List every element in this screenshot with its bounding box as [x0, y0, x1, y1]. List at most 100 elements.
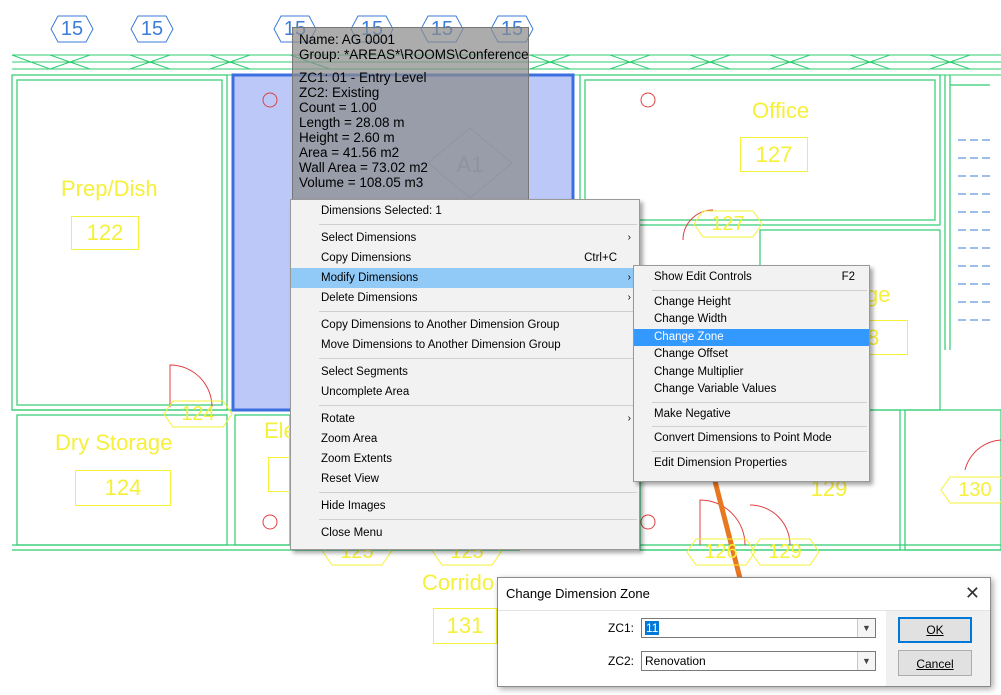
- submenu-item-label: Change Offset: [654, 348, 728, 360]
- menu-item-uncomplete-area[interactable]: Uncomplete Area: [291, 382, 639, 402]
- submenu-item-label: Change Zone: [654, 330, 724, 343]
- tooltip-line: Group: *AREAS*\ROOMS\Conference: [299, 47, 529, 62]
- menu-item-label: Select Segments: [321, 366, 408, 378]
- room-name-corridor: Corrido: [422, 570, 495, 595]
- tooltip-line: Height = 2.60 m: [299, 130, 395, 145]
- submenu-item-label: Change Height: [654, 295, 731, 308]
- room-number-electrical: [268, 457, 292, 492]
- menu-item-label: Rotate: [321, 413, 355, 425]
- menu-item-label: Select Dimensions: [321, 232, 417, 244]
- menu-separator: [319, 492, 637, 493]
- door-tag-label: 127: [711, 213, 745, 235]
- door-tag: 129: [750, 538, 820, 566]
- menu-item-move-dimensions-to-another-dimension-group[interactable]: Move Dimensions to Another Dimension Gro…: [291, 335, 639, 355]
- submenu-item-change-variable-values[interactable]: Change Variable Values: [634, 381, 869, 399]
- menu-item-label: Copy Dimensions to Another Dimension Gro…: [321, 319, 560, 331]
- cancel-button[interactable]: Cancel: [898, 650, 972, 676]
- grid-hex-marker: 15: [50, 15, 94, 43]
- menu-item-label: Uncomplete Area: [321, 386, 410, 398]
- menu-item-label: Move Dimensions to Another Dimension Gro…: [321, 339, 561, 351]
- submenu-item-make-negative[interactable]: Make Negative: [634, 406, 869, 424]
- zc1-combobox[interactable]: 11 ▼: [641, 618, 876, 638]
- submenu-item-label: Convert Dimensions to Point Mode: [654, 432, 832, 444]
- door-tag: 127: [693, 210, 763, 238]
- submenu-item-change-width[interactable]: Change Width: [634, 311, 869, 329]
- menu-item-select-dimensions[interactable]: Select Dimensions ›: [291, 228, 639, 248]
- submenu-item-change-zone[interactable]: Change Zone: [634, 328, 869, 346]
- menu-separator: [319, 358, 637, 359]
- grid-hex-label: 15: [140, 18, 164, 40]
- chevron-right-icon: ›: [627, 232, 631, 243]
- change-dimension-zone-dialog: Change Dimension Zone ✕ ZC1: 11 ▼ ZC2: R…: [497, 577, 991, 687]
- menu-item-close-menu[interactable]: Close Menu: [291, 523, 639, 543]
- menu-item-label: Hide Images: [321, 500, 386, 512]
- zc2-value: Renovation: [645, 654, 706, 668]
- door-tag: 124: [163, 400, 233, 428]
- tooltip-line: Count = 1.00: [299, 100, 377, 115]
- zc1-value: 11: [645, 621, 660, 635]
- menu-item-label: Zoom Extents: [321, 453, 392, 465]
- door-tag-label: 130: [958, 479, 992, 501]
- chevron-down-icon[interactable]: ▼: [857, 619, 875, 637]
- submenu-item-label: Show Edit Controls: [654, 271, 752, 283]
- menu-separator: [652, 289, 867, 291]
- door-tag-label: 126: [704, 541, 738, 563]
- room-number-storage: 8: [866, 320, 908, 355]
- menu-item-delete-dimensions[interactable]: Delete Dimensions ›: [291, 288, 639, 308]
- dialog-title-bar[interactable]: Change Dimension Zone ✕: [498, 578, 990, 611]
- menu-item-label: Close Menu: [321, 527, 383, 539]
- menu-shortcut: F2: [841, 271, 855, 283]
- room-name-dry-storage: Dry Storage: [55, 430, 173, 455]
- menu-item-zoom-area[interactable]: Zoom Area: [291, 429, 639, 449]
- menu-separator: [652, 401, 867, 403]
- stairs: [958, 139, 990, 321]
- grid-hex-label: 15: [60, 18, 84, 40]
- tooltip-line: Length = 28.08 m: [299, 115, 405, 130]
- ok-button[interactable]: OK: [898, 617, 972, 643]
- menu-separator: [319, 311, 637, 312]
- chevron-right-icon: ›: [627, 413, 631, 424]
- menu-item-copy-dimensions[interactable]: Copy Dimensions Ctrl+C: [291, 248, 639, 268]
- submenu-item-edit-dimension-properties[interactable]: Edit Dimension Properties: [634, 455, 869, 473]
- submenu-item-convert-dimensions-to-point-mode[interactable]: Convert Dimensions to Point Mode: [634, 430, 869, 448]
- grid-hex-marker: 15: [130, 15, 174, 43]
- menu-separator: [319, 405, 637, 406]
- menu-item-label: Zoom Area: [321, 433, 378, 445]
- room-name-prep-dish: Prep/Dish: [61, 176, 158, 201]
- modify-dimensions-submenu: Show Edit Controls F2 Change Height Change …: [633, 265, 870, 482]
- submenu-item-label: Change Multiplier: [654, 365, 744, 378]
- close-icon[interactable]: ✕: [965, 583, 980, 604]
- dialog-title: Change Dimension Zone: [506, 586, 650, 601]
- dimension-info-tooltip: Name: AG 0001 Group: *AREAS*\ROOMS\Confer…: [292, 27, 529, 210]
- menu-item-copy-dimensions-to-another-dimension-group[interactable]: Copy Dimensions to Another Dimension Gro…: [291, 315, 639, 335]
- menu-item-zoom-extents[interactable]: Zoom Extents: [291, 449, 639, 469]
- menu-item-reset-view[interactable]: Reset View: [291, 469, 639, 489]
- room-number-dry-storage: 124: [75, 470, 171, 506]
- room-number-office: 127: [740, 137, 808, 172]
- door-tag: 130: [940, 476, 1001, 504]
- submenu-item-show-edit-controls[interactable]: Show Edit Controls F2: [634, 269, 869, 287]
- cancel-button-label: Cancel: [916, 657, 954, 671]
- room-number-prep-dish: 122: [71, 216, 139, 250]
- chevron-right-icon: ›: [627, 292, 631, 303]
- menu-item-hide-images[interactable]: Hide Images: [291, 496, 639, 516]
- menu-item-rotate[interactable]: Rotate ›: [291, 409, 639, 429]
- menu-item-select-segments[interactable]: Select Segments: [291, 362, 639, 382]
- zc2-combobox[interactable]: Renovation ▼: [641, 651, 876, 671]
- context-menu: Dimensions Selected: 1 Select Dimensions…: [290, 199, 640, 550]
- tooltip-line: Volume = 108.05 m3: [299, 175, 424, 190]
- submenu-item-change-multiplier[interactable]: Change Multiplier: [634, 364, 869, 382]
- chevron-down-icon[interactable]: ▼: [857, 652, 875, 670]
- submenu-item-label: Change Variable Values: [654, 383, 777, 395]
- menu-separator: [319, 519, 637, 520]
- menu-item-label: Delete Dimensions: [321, 292, 418, 304]
- tooltip-line: Wall Area = 73.02 m2: [299, 160, 428, 175]
- submenu-item-change-offset[interactable]: Change Offset: [634, 346, 869, 364]
- door-tag-label: 124: [181, 403, 215, 425]
- menu-shortcut: Ctrl+C: [584, 252, 617, 264]
- submenu-item-change-height[interactable]: Change Height: [634, 294, 869, 312]
- dialog-body: ZC1: 11 ▼ ZC2: Renovation ▼: [498, 611, 886, 686]
- door-tag-label: 129: [768, 541, 802, 563]
- menu-item-modify-dimensions[interactable]: Modify Dimensions ›: [291, 268, 639, 288]
- zc2-label: ZC2:: [608, 654, 635, 668]
